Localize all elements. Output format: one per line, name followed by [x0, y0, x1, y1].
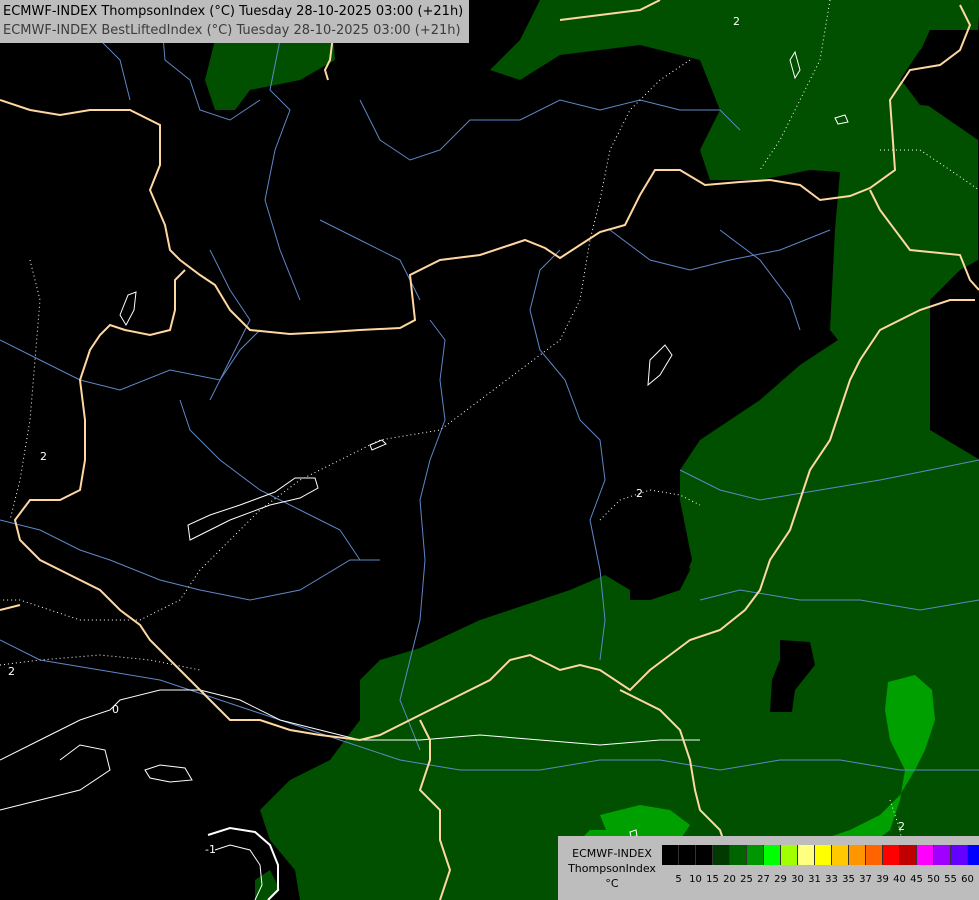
contour-label: -1: [205, 843, 216, 856]
legend-label: 5: [675, 874, 682, 885]
legend-label: 50: [927, 874, 940, 885]
legend-swatch: [781, 845, 798, 865]
legend-label: 60: [961, 874, 974, 885]
contour-label: 2: [8, 665, 15, 678]
legend-swatches: [662, 845, 979, 865]
legend-swatch: [883, 845, 900, 865]
legend-label: 30: [791, 874, 804, 885]
legend-name: ECMWF-INDEX ThompsonIndex °C: [566, 846, 658, 891]
weather-map: 2 2 2 2 0 -1 2: [0, 0, 979, 900]
contour-label: 2: [733, 15, 740, 28]
legend-label: 27: [757, 874, 770, 885]
legend-swatch: [662, 845, 679, 865]
legend-swatch: [747, 845, 764, 865]
legend-model: ECMWF-INDEX: [572, 847, 652, 860]
contour-label: 0: [112, 703, 119, 716]
legend-labels: 5 10 15 20 25 27 29 30 31 33 35 37 39 40 45 50 55 60: [662, 874, 976, 885]
legend-swatch: [696, 845, 713, 865]
legend-parameter: ThompsonIndex: [568, 862, 656, 875]
legend-label: 25: [740, 874, 753, 885]
legend-label: 31: [808, 874, 821, 885]
legend-label: 37: [859, 874, 872, 885]
legend-label: 10: [689, 874, 702, 885]
legend-swatch: [832, 845, 849, 865]
legend-swatch: [900, 845, 917, 865]
legend-swatch: [815, 845, 832, 865]
map-title: ECMWF-INDEX ThompsonIndex (°C) Tuesday 2…: [0, 0, 470, 43]
legend-swatch: [730, 845, 747, 865]
legend-label: 33: [825, 874, 838, 885]
legend-swatch: [866, 845, 883, 865]
legend-swatch: [917, 845, 934, 865]
legend-swatch: [951, 845, 968, 865]
contour-label: 2: [898, 820, 905, 833]
legend-label: 15: [706, 874, 719, 885]
contour-label: 2: [40, 450, 47, 463]
legend-label: 55: [944, 874, 957, 885]
legend-label: 35: [842, 874, 855, 885]
title-line-thompson: ECMWF-INDEX ThompsonIndex (°C) Tuesday 2…: [3, 4, 464, 19]
legend-swatch: [713, 845, 730, 865]
legend-swatch: [679, 845, 696, 865]
legend-swatch: [934, 845, 951, 865]
legend-swatch: [849, 845, 866, 865]
legend-swatch: [764, 845, 781, 865]
legend-label: 45: [910, 874, 923, 885]
legend-label: 29: [774, 874, 787, 885]
color-legend: ECMWF-INDEX ThompsonIndex °C 5 10 15 20 25 27…: [558, 836, 979, 900]
legend-label: 39: [876, 874, 889, 885]
legend-swatch: [798, 845, 815, 865]
contour-label: 2: [636, 487, 643, 500]
legend-unit: °C: [605, 877, 619, 890]
legend-label: 20: [723, 874, 736, 885]
legend-swatch: [968, 845, 979, 865]
title-line-bestlifted: ECMWF-INDEX BestLiftedIndex (°C) Tuesday…: [3, 23, 461, 38]
legend-label: 40: [893, 874, 906, 885]
